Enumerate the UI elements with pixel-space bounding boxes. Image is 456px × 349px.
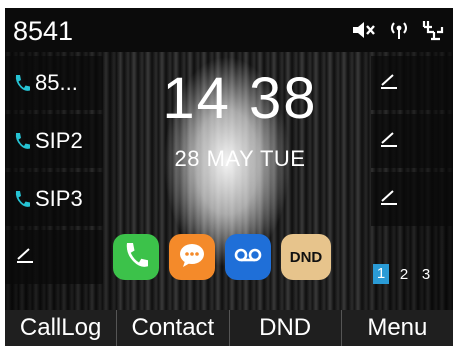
phone-icon xyxy=(13,189,31,209)
line-key-right-3[interactable] xyxy=(371,172,453,226)
right-line-keys xyxy=(371,56,453,230)
edit-icon xyxy=(379,188,399,211)
wireless-icon xyxy=(387,19,411,46)
softkey-bar: CallLog Contact DND Menu xyxy=(5,310,453,346)
menu-softkey[interactable]: Menu xyxy=(342,310,453,346)
account-number: 8541 xyxy=(13,16,74,46)
phone-icon xyxy=(122,240,150,275)
clock-time: 14 38 xyxy=(162,66,318,131)
line-key-label: SIP3 xyxy=(35,186,83,211)
phone-icon xyxy=(13,73,31,93)
phone-icon xyxy=(13,131,31,151)
chat-icon xyxy=(177,241,207,274)
mute-icon xyxy=(351,19,377,46)
calllog-softkey[interactable]: CallLog xyxy=(5,310,118,346)
page-1[interactable]: 1 xyxy=(373,264,389,284)
voicemail-app-button[interactable] xyxy=(225,234,271,280)
contact-softkey[interactable]: Contact xyxy=(117,310,230,346)
line-key-1[interactable]: 85... xyxy=(5,56,103,110)
dnd-softkey[interactable]: DND xyxy=(230,310,342,346)
clock-date: 28 MAY TUE xyxy=(174,146,306,171)
edit-icon xyxy=(379,130,399,153)
page-indicator: 1 2 3 xyxy=(373,264,433,284)
edit-icon xyxy=(15,244,35,270)
line-key-4[interactable] xyxy=(5,230,103,284)
message-app-button[interactable] xyxy=(169,234,215,280)
left-line-keys: 85... SIP2 SIP3 xyxy=(5,56,105,288)
phone-screen: 8541 85... SIP2 SIP3 14 38 28 MAY TUE DN… xyxy=(5,8,453,346)
voicemail-icon xyxy=(233,245,263,270)
app-dock: DND xyxy=(113,234,331,280)
status-bar: 8541 xyxy=(5,8,453,52)
line-key-2[interactable]: SIP2 xyxy=(5,114,103,168)
line-key-label: 85... xyxy=(35,70,78,95)
dnd-app-button[interactable]: DND xyxy=(281,234,331,280)
edit-icon xyxy=(379,72,399,95)
page-3[interactable]: 3 xyxy=(419,266,433,283)
network-icon xyxy=(421,18,445,47)
call-app-button[interactable] xyxy=(113,234,159,280)
line-key-right-2[interactable] xyxy=(371,114,453,168)
line-key-label: SIP2 xyxy=(35,128,83,153)
line-key-right-1[interactable] xyxy=(371,56,453,110)
line-key-3[interactable]: SIP3 xyxy=(5,172,103,226)
page-2[interactable]: 2 xyxy=(397,266,411,283)
